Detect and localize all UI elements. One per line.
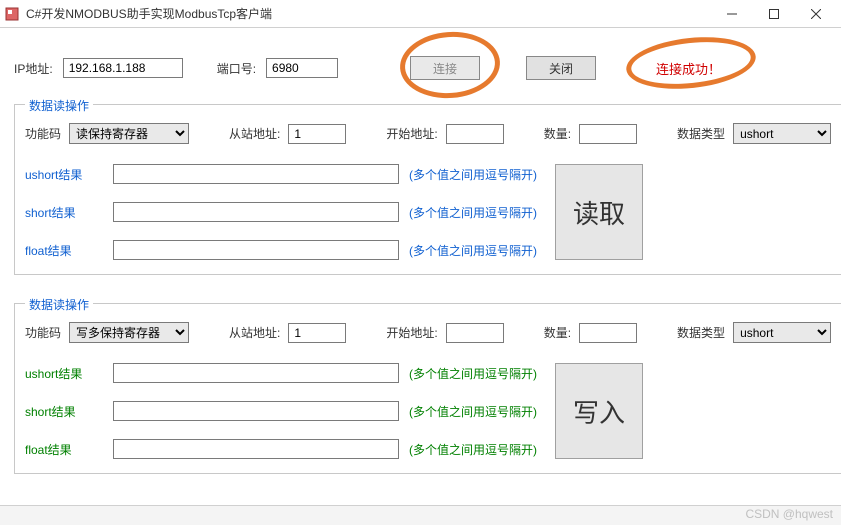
- write-start-input[interactable]: [446, 323, 504, 343]
- read-qty-label: 数量:: [544, 125, 571, 142]
- read-group: 数据读操作 功能码 读保持寄存器 从站地址: 开始地址: 数量: 数据类型 us…: [14, 104, 841, 275]
- read-short-input[interactable]: [113, 202, 399, 222]
- watermark: CSDN @hqwest: [745, 507, 833, 521]
- ip-label: IP地址:: [14, 60, 53, 77]
- read-button[interactable]: 读取: [555, 164, 643, 260]
- write-ushort-input[interactable]: [113, 363, 399, 383]
- write-func-select[interactable]: 写多保持寄存器: [69, 322, 189, 343]
- read-start-label: 开始地址:: [386, 125, 437, 142]
- port-label: 端口号:: [217, 60, 256, 77]
- read-float-input[interactable]: [113, 240, 399, 260]
- read-ushort-label: ushort结果: [25, 166, 103, 183]
- port-input[interactable]: [266, 58, 338, 78]
- ip-input[interactable]: [63, 58, 183, 78]
- write-qty-input[interactable]: [579, 323, 637, 343]
- write-ushort-hint: (多个值之间用逗号隔开): [409, 365, 537, 382]
- read-ushort-input[interactable]: [113, 164, 399, 184]
- read-dtype-label: 数据类型: [677, 125, 725, 142]
- write-short-label: short结果: [25, 403, 103, 420]
- write-float-label: float结果: [25, 441, 103, 458]
- window-titlebar: C#开发NMODBUS助手实现ModbusTcp客户端: [0, 0, 841, 28]
- read-short-label: short结果: [25, 204, 103, 221]
- write-short-hint: (多个值之间用逗号隔开): [409, 403, 537, 420]
- write-short-input[interactable]: [113, 401, 399, 421]
- write-float-input[interactable]: [113, 439, 399, 459]
- read-func-label: 功能码: [25, 125, 61, 142]
- minimize-button[interactable]: [711, 1, 753, 27]
- write-group: 数据读操作 功能码 写多保持寄存器 从站地址: 开始地址: 数量: 数据类型 u…: [14, 303, 841, 474]
- write-ushort-label: ushort结果: [25, 365, 103, 382]
- write-dtype-label: 数据类型: [677, 324, 725, 341]
- read-group-title: 数据读操作: [25, 97, 93, 114]
- read-float-label: float结果: [25, 242, 103, 259]
- write-float-hint: (多个值之间用逗号隔开): [409, 441, 537, 458]
- read-func-select[interactable]: 读保持寄存器: [69, 123, 189, 144]
- read-slave-input[interactable]: [288, 124, 346, 144]
- write-dtype-select[interactable]: ushort: [733, 322, 831, 343]
- read-short-hint: (多个值之间用逗号隔开): [409, 204, 537, 221]
- connect-button[interactable]: 连接: [410, 56, 480, 80]
- window-title: C#开发NMODBUS助手实现ModbusTcp客户端: [26, 5, 711, 22]
- write-slave-input[interactable]: [288, 323, 346, 343]
- write-slave-label: 从站地址:: [229, 324, 280, 341]
- close-connection-button[interactable]: 关闭: [526, 56, 596, 80]
- write-group-title: 数据读操作: [25, 296, 93, 313]
- write-func-label: 功能码: [25, 324, 61, 341]
- read-float-hint: (多个值之间用逗号隔开): [409, 242, 537, 259]
- app-icon: [4, 6, 20, 22]
- read-qty-input[interactable]: [579, 124, 637, 144]
- connection-status: 连接成功！: [656, 59, 721, 78]
- write-qty-label: 数量:: [544, 324, 571, 341]
- read-dtype-select[interactable]: ushort: [733, 123, 831, 144]
- read-ushort-hint: (多个值之间用逗号隔开): [409, 166, 537, 183]
- close-button[interactable]: [795, 1, 837, 27]
- connection-row: IP地址: 端口号: 连接 关闭 连接成功！: [14, 56, 827, 80]
- read-slave-label: 从站地址:: [229, 125, 280, 142]
- maximize-button[interactable]: [753, 1, 795, 27]
- write-start-label: 开始地址:: [386, 324, 437, 341]
- read-start-input[interactable]: [446, 124, 504, 144]
- bottom-strip: [0, 505, 841, 525]
- write-button[interactable]: 写入: [555, 363, 643, 459]
